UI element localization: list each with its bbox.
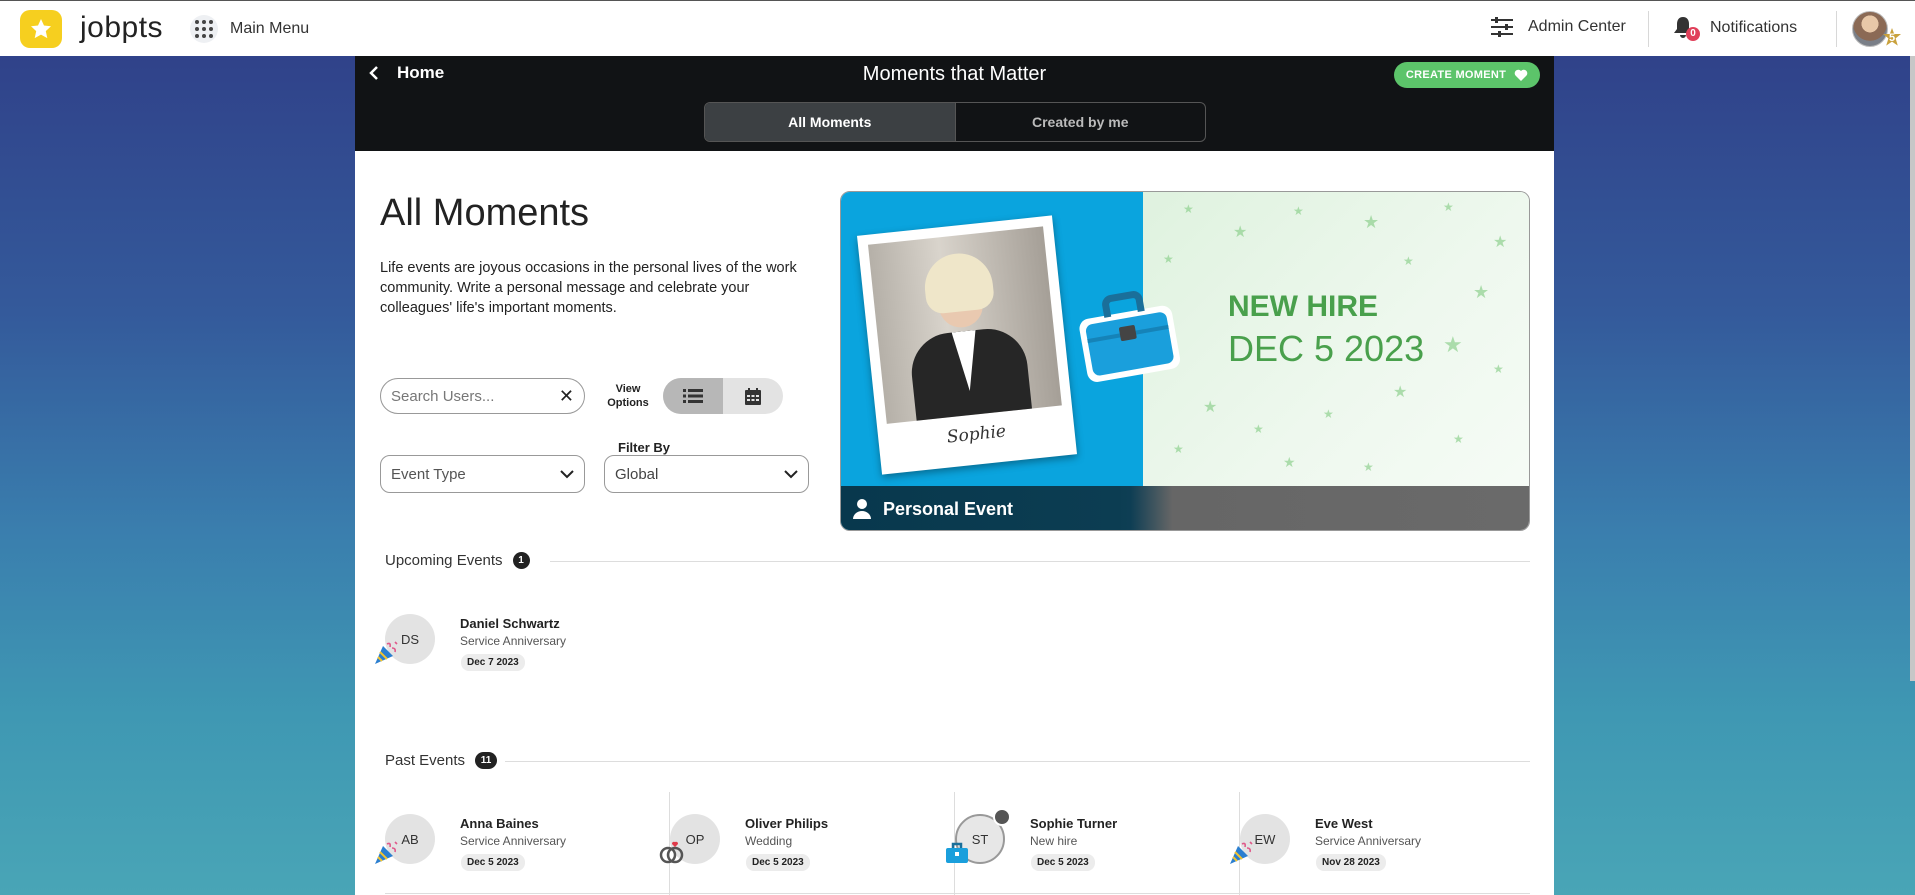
event-type-value: Event Type xyxy=(391,465,466,483)
briefcase-icon xyxy=(1073,284,1183,389)
divider xyxy=(1648,11,1649,47)
event-card[interactable]: ST Sophie Turner New hire Dec 5 2023 xyxy=(925,808,1195,880)
top-bar: jobpts Main Menu Admin Center 0 Notifica… xyxy=(0,0,1915,56)
heart-icon xyxy=(1514,69,1528,81)
event-card[interactable]: AB Anna Baines Service Anniversary Dec 5… xyxy=(355,810,625,880)
main-menu-button[interactable]: Main Menu xyxy=(190,15,309,43)
create-moment-label: CREATE MOMENT xyxy=(1405,69,1507,81)
upcoming-count-badge: 1 xyxy=(512,552,530,569)
banner-footer-label: Personal Event xyxy=(883,498,1014,519)
filter-by-label: Filter By xyxy=(616,440,673,455)
person-badge-icon xyxy=(993,808,1011,826)
past-events-header: Past Events 11 xyxy=(385,752,498,769)
chevron-down-icon xyxy=(784,469,798,478)
event-person-name: Anna Baines xyxy=(460,816,539,831)
person-icon xyxy=(853,499,871,519)
filter-by-select[interactable]: Global xyxy=(604,455,809,493)
clear-search-icon[interactable]: ✕ xyxy=(559,386,574,407)
notification-count-badge: 0 xyxy=(1686,27,1700,41)
search-input[interactable] xyxy=(391,387,559,405)
event-person-name: Sophie Turner xyxy=(1030,816,1118,831)
event-date-badge: Dec 5 2023 xyxy=(1031,854,1095,871)
main-panel: Home Moments that Matter CREATE MOMENT A… xyxy=(355,56,1554,895)
notifications-button[interactable]: 0 Notifications xyxy=(1672,15,1797,41)
page-title: All Moments xyxy=(380,192,590,234)
moments-tabs: All Moments Created by me xyxy=(704,102,1206,142)
employee-photo: Sophie xyxy=(856,215,1078,475)
chevron-down-icon xyxy=(560,469,574,478)
logo-star-icon[interactable] xyxy=(20,10,62,48)
party-popper-icon xyxy=(375,841,398,864)
featured-moment-card[interactable]: ★ ★ ★ ★ ★ ★ ★ ★ ★ ★ ★ ★ ★ ★ ★ ★ ★ ★ ★ So… xyxy=(840,191,1530,531)
notifications-label: Notifications xyxy=(1710,19,1798,36)
admin-center-button[interactable]: Admin Center xyxy=(1490,17,1626,37)
event-person-name: Oliver Philips xyxy=(745,816,829,831)
past-events-label: Past Events xyxy=(385,752,466,769)
wedding-rings-icon xyxy=(659,841,684,864)
apps-grid-icon xyxy=(190,15,218,43)
event-date-badge: Dec 5 2023 xyxy=(746,854,810,871)
briefcase-icon xyxy=(946,842,968,863)
divider xyxy=(1836,11,1837,47)
admin-center-label: Admin Center xyxy=(1528,18,1626,35)
event-type: Service Anniversary xyxy=(1315,834,1422,848)
event-type: Wedding xyxy=(745,834,793,848)
banner-footer: Personal Event xyxy=(841,486,1529,530)
tab-created-by-me[interactable]: Created by me xyxy=(956,103,1206,141)
view-options-label: View Options xyxy=(607,383,649,409)
banner-event-title: NEW HIRE xyxy=(1228,290,1378,323)
event-type: New hire xyxy=(1030,834,1078,848)
party-popper-icon xyxy=(375,641,398,664)
event-card[interactable]: OP Oliver Philips Wedding Dec 5 2023 xyxy=(640,810,910,880)
page-header-title: Moments that Matter xyxy=(862,63,1047,85)
page-scrollbar[interactable] xyxy=(1910,56,1915,681)
party-popper-icon xyxy=(1230,841,1253,864)
search-users-field: ✕ xyxy=(380,378,585,414)
user-avatar[interactable] xyxy=(1852,11,1888,47)
event-date-badge: Dec 7 2023 xyxy=(461,654,525,671)
view-toggle xyxy=(663,378,783,414)
list-icon xyxy=(683,389,703,403)
divider xyxy=(385,893,1530,894)
event-type-select[interactable]: Event Type xyxy=(380,455,585,493)
filter-by-value: Global xyxy=(615,465,659,483)
event-card[interactable]: DS Daniel Schwartz Service Anniversary D… xyxy=(355,610,625,680)
upcoming-events-header: Upcoming Events 1 xyxy=(385,552,530,569)
event-date-badge: Dec 5 2023 xyxy=(461,854,525,871)
bell-icon: 0 xyxy=(1672,15,1700,41)
calendar-icon xyxy=(745,387,761,405)
employee-photo-name: Sophie xyxy=(945,421,1007,448)
banner-event-date: DEC 5 2023 xyxy=(1228,328,1425,369)
section-header: Home Moments that Matter CREATE MOMENT A… xyxy=(355,56,1554,151)
tab-all-moments[interactable]: All Moments xyxy=(705,103,956,141)
past-count-badge: 11 xyxy=(475,752,498,769)
event-type: Service Anniversary xyxy=(460,634,567,648)
page-description: Life events are joyous occasions in the … xyxy=(380,260,797,316)
event-date-badge: Nov 28 2023 xyxy=(1316,854,1386,871)
sliders-icon xyxy=(1491,17,1513,37)
event-person-name: Eve West xyxy=(1315,816,1373,831)
create-moment-button[interactable]: CREATE MOMENT xyxy=(1394,62,1540,88)
list-view-button[interactable] xyxy=(663,378,723,414)
upcoming-events-label: Upcoming Events xyxy=(385,552,503,569)
calendar-view-button[interactable] xyxy=(723,378,783,414)
divider xyxy=(550,561,1530,562)
event-type: Service Anniversary xyxy=(460,834,567,848)
event-card[interactable]: EW Eve West Service Anniversary Nov 28 2… xyxy=(1210,810,1480,880)
logo-text[interactable]: jobpts xyxy=(80,11,163,45)
main-menu-label: Main Menu xyxy=(230,20,310,37)
divider xyxy=(505,761,1530,762)
event-person-name: Daniel Schwartz xyxy=(460,616,560,631)
